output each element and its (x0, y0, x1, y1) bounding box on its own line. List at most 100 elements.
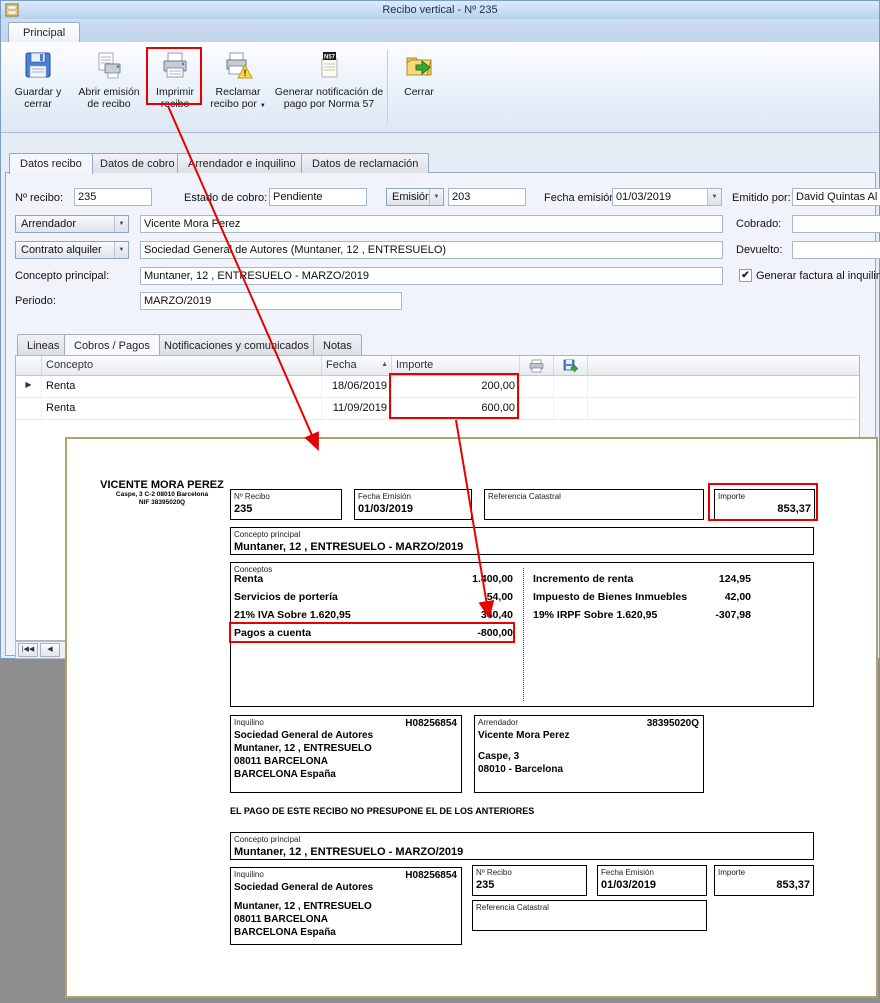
dropdown-arrow-icon[interactable]: ▼ (114, 242, 128, 258)
arrendador-combo[interactable]: Arrendador▼ (15, 215, 129, 233)
table-row[interactable]: ▶ Renta 18/06/2019 200,00 (16, 376, 859, 398)
desktop: Recibo vertical - Nº 235 Principal Guard… (0, 0, 880, 1003)
norma57-button[interactable]: N57 Generar notificación de pago por Nor… (273, 47, 385, 129)
grid-header: Concepto Fecha▲ Importe (16, 356, 859, 376)
window-title: Recibo vertical - Nº 235 (382, 4, 497, 16)
save-close-button[interactable]: Guardar y cerrar (7, 47, 69, 129)
grid-header-importe[interactable]: Importe (392, 356, 520, 375)
conceptos-left-column: Renta1.400,00 Servicios de portería54,00… (234, 573, 513, 645)
subtab-notificaciones[interactable]: Notificaciones y comunicados (154, 334, 319, 355)
landlord-name: VICENTE MORA PEREZ (87, 479, 237, 491)
cell-importe: 200,00 (392, 376, 520, 397)
emitido-por-field[interactable]: David Quintas Al (792, 188, 880, 206)
stub-concepto-box: Concepto principal Muntaner, 12 , ENTRES… (230, 832, 814, 860)
receipt-conceptos-box: Conceptos Renta1.400,00 Servicios de por… (230, 562, 814, 707)
receipt-emission-icon (94, 50, 124, 86)
cell-concepto: Renta (42, 398, 322, 419)
grid-header-indicator (16, 356, 42, 375)
cell-fecha: 11/09/2019 (322, 398, 392, 419)
receipt-ref-catastral-box: Referencia Catastral (484, 489, 704, 520)
nav-first-button[interactable]: |◀◀ (18, 643, 38, 657)
sort-asc-icon: ▲ (381, 361, 388, 368)
reclaim-receipt-label: Reclamar recibo por ▼ (207, 86, 269, 112)
table-row[interactable]: Renta 11/09/2019 600,00 (16, 398, 859, 420)
tab-datos-recibo[interactable]: Datos recibo (9, 153, 93, 174)
devuelto-label: Devuelto: (736, 241, 782, 259)
print-receipt-button[interactable]: Imprimir recibo (150, 47, 200, 129)
stub-inquilino-box: InquilinoH08256854 Sociedad General de A… (230, 867, 462, 945)
print-receipt-label: Imprimir recibo (150, 86, 200, 110)
devuelto-field[interactable] (792, 241, 880, 259)
grid-header-concepto[interactable]: Concepto (42, 356, 322, 375)
ribbon-separator (387, 50, 388, 124)
receipt-fecha-box: Fecha Emisión 01/03/2019 (354, 489, 472, 520)
grid-header-print-icon[interactable] (520, 356, 554, 375)
ribbon-tab-strip: Principal (1, 19, 879, 42)
receipt-landlord-header: VICENTE MORA PEREZ Caspe, 3 C-2 08010 Ba… (87, 479, 237, 507)
grid-header-fecha[interactable]: Fecha▲ (322, 356, 392, 375)
contrato-alquiler-combo[interactable]: Contrato alquiler▼ (15, 241, 129, 259)
stub-num-box: Nº Recibo 235 (472, 865, 587, 896)
estado-cobro-label: Estado de cobro: (184, 189, 267, 207)
row-indicator-icon: ▶ (16, 376, 42, 397)
contrato-alquiler-field[interactable]: Sociedad General de Autores (Muntaner, 1… (140, 241, 723, 259)
emitido-por-label: Emitido por: (732, 189, 791, 207)
tab-datos-cobro[interactable]: Datos de cobro (89, 153, 186, 173)
emision-field[interactable]: 203 (448, 188, 526, 206)
conceptos-right-column: Incremento de renta124,95 Impuesto de Bi… (533, 573, 751, 627)
receipt-concepto-box: Concepto principal Muntaner, 12 , ENTRES… (230, 527, 814, 555)
periodo-field[interactable]: MARZO/2019 (140, 292, 402, 310)
emision-combo[interactable]: Emisión▼ (386, 188, 444, 206)
cell-fecha: 18/06/2019 (322, 376, 392, 397)
fecha-emision-field[interactable]: 01/03/2019▼ (612, 188, 722, 206)
receipt-inquilino-box: InquilinoH08256854 Sociedad General de A… (230, 715, 462, 793)
norma57-document-icon: N57 (314, 50, 344, 86)
fecha-emision-label: Fecha emisión: (544, 189, 619, 207)
estado-cobro-field[interactable]: Pendiente (269, 188, 367, 206)
reclaim-receipt-button[interactable]: ! Reclamar recibo por ▼ (207, 47, 269, 129)
dropdown-arrow-icon[interactable]: ▼ (114, 216, 128, 232)
generar-factura-label: Generar factura al inquilino (756, 267, 880, 285)
generar-factura-checkbox[interactable]: ✔ (739, 269, 752, 282)
arrendador-field[interactable]: Vicente Mora Perez (140, 215, 723, 233)
stub-importe-box: Importe 853,37 (714, 865, 814, 896)
dropdown-arrow-icon: ▼ (260, 103, 266, 109)
num-recibo-label: Nº recibo: (15, 189, 63, 207)
landlord-address: Caspe, 3 C-2 08010 Barcelona (87, 491, 237, 499)
nav-prev-button[interactable]: ◀ (40, 643, 60, 657)
close-button[interactable]: Cerrar (394, 47, 444, 129)
cobrado-field[interactable] (792, 215, 880, 233)
svg-text:N57: N57 (324, 55, 336, 61)
printer-icon (160, 50, 190, 86)
receipt-importe-box: Importe 853,37 (714, 489, 815, 520)
stub-fecha-box: Fecha Emisión 01/03/2019 (597, 865, 707, 896)
receipt-preview: VICENTE MORA PEREZ Caspe, 3 C-2 08010 Ba… (65, 437, 878, 998)
subtab-notas[interactable]: Notas (313, 334, 362, 355)
svg-text:!: ! (244, 68, 247, 78)
receipt-notice: EL PAGO DE ESTE RECIBO NO PRESUPONE EL D… (230, 806, 534, 816)
grid-header-filler (588, 356, 859, 375)
printer-warning-icon: ! (223, 50, 253, 86)
ribbon: Guardar y cerrar Abrir emisión de recibo… (1, 42, 879, 133)
window-icon (5, 3, 19, 20)
ribbon-tab-principal[interactable]: Principal (8, 22, 80, 43)
cell-concepto: Renta (42, 376, 322, 397)
titlebar: Recibo vertical - Nº 235 (1, 1, 879, 19)
periodo-label: Periodo: (15, 292, 56, 310)
subtab-cobros-pagos[interactable]: Cobros / Pagos (64, 334, 160, 355)
subtab-lineas[interactable]: Lineas (17, 334, 69, 355)
open-emission-button[interactable]: Abrir emisión de recibo (74, 47, 144, 129)
exit-folder-icon (404, 50, 434, 86)
dropdown-arrow-icon[interactable]: ▼ (707, 189, 721, 205)
concepto-principal-field[interactable]: Muntaner, 12 , ENTRESUELO - MARZO/2019 (140, 267, 723, 285)
save-icon (23, 50, 53, 86)
open-emission-label: Abrir emisión de recibo (74, 86, 144, 110)
cell-importe: 600,00 (392, 398, 520, 419)
num-recibo-field[interactable]: 235 (74, 188, 152, 206)
conceptos-divider (523, 568, 524, 701)
tab-datos-reclamacion[interactable]: Datos de reclamación (301, 153, 429, 173)
grid-header-export-icon[interactable] (554, 356, 588, 375)
tab-arrendador-inquilino[interactable]: Arrendador e inquilino (177, 153, 307, 173)
dropdown-arrow-icon[interactable]: ▼ (429, 189, 443, 205)
landlord-nif: NIF 38395020Q (87, 499, 237, 507)
